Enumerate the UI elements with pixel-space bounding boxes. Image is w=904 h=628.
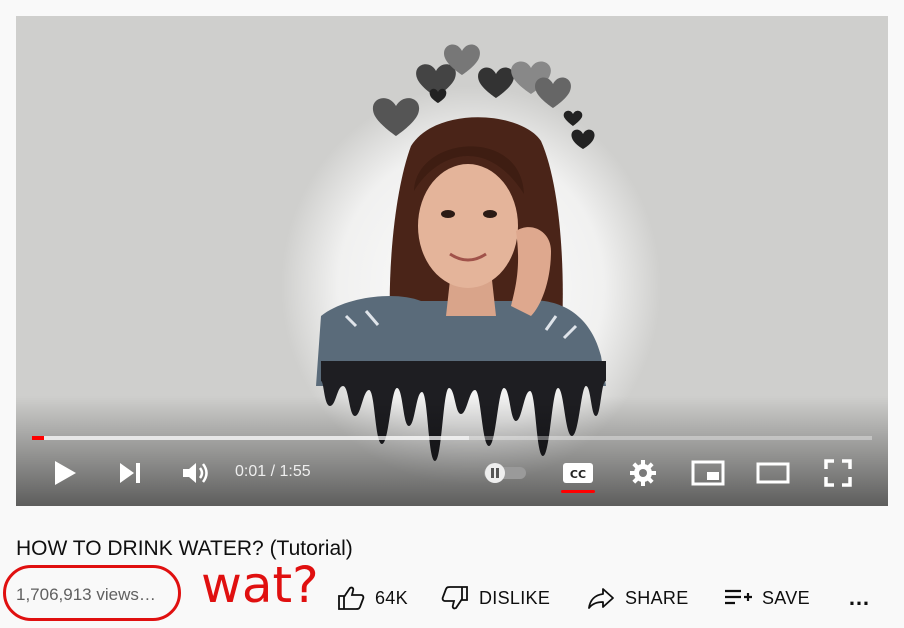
time-total: 1:55 — [279, 463, 311, 480]
share-label: SHARE — [625, 587, 689, 608]
like-count: 64K — [375, 587, 408, 608]
next-button[interactable] — [115, 456, 145, 490]
volume-button[interactable] — [178, 456, 212, 490]
thumbs-down-icon — [441, 586, 468, 610]
play-button[interactable] — [50, 456, 80, 490]
progress-bar[interactable] — [32, 436, 872, 440]
progress-buffered — [32, 436, 469, 440]
gear-icon — [630, 460, 656, 486]
annotation-circle — [3, 565, 181, 621]
fullscreen-button[interactable] — [822, 456, 854, 490]
autoplay-toggle[interactable] — [481, 456, 529, 490]
more-actions-button[interactable]: … — [848, 584, 870, 612]
miniplayer-icon — [691, 460, 725, 486]
more-icon: … — [848, 585, 871, 610]
skip-next-icon — [120, 463, 140, 483]
add-to-playlist-icon — [725, 589, 752, 605]
share-icon — [588, 588, 614, 609]
autoplay-toggle-icon — [484, 463, 526, 483]
theater-mode-icon — [756, 462, 790, 484]
time-display: 0:01 / 1:55 — [235, 463, 311, 481]
dislike-label: DISLIKE — [479, 587, 551, 608]
miniplayer-button[interactable] — [690, 456, 726, 490]
cc-icon: CC — [563, 463, 593, 483]
like-button[interactable]: 64K — [337, 584, 408, 612]
progress-played — [32, 436, 44, 440]
time-current: 0:01 — [235, 463, 267, 480]
theater-mode-button[interactable] — [755, 456, 791, 490]
captions-button[interactable]: CC — [561, 456, 595, 490]
thumbs-up-icon — [338, 586, 365, 610]
play-icon — [55, 461, 76, 485]
share-button[interactable]: SHARE — [587, 584, 689, 612]
video-player[interactable]: 0:01 / 1:55 CC — [16, 16, 888, 506]
volume-icon — [183, 463, 208, 483]
settings-button[interactable] — [627, 456, 659, 490]
save-button[interactable]: SAVE — [724, 584, 810, 612]
save-label: SAVE — [762, 587, 810, 608]
captions-active-indicator — [561, 490, 595, 493]
dislike-button[interactable]: DISLIKE — [441, 584, 550, 612]
time-separator: / — [270, 463, 276, 480]
annotation-text: wat? — [201, 556, 319, 614]
svg-text:CC: CC — [570, 468, 586, 481]
fullscreen-icon — [824, 459, 852, 487]
